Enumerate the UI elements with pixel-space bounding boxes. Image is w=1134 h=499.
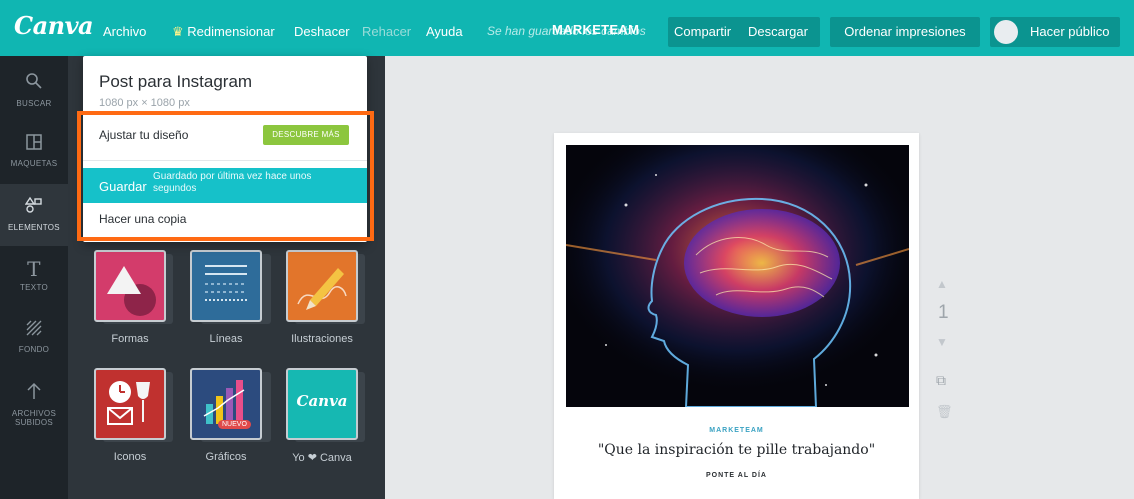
elements-icon [0, 196, 68, 220]
brain-image[interactable] [566, 145, 909, 407]
rail-item-fondo[interactable]: FONDO [0, 308, 68, 370]
canvas-brand[interactable]: MARKETEAM [554, 427, 919, 434]
canva-logo-small: Canva [296, 392, 348, 410]
download-button[interactable]: Descargar [736, 17, 820, 47]
icons-set-icon [107, 381, 150, 425]
menu-redimensionar[interactable]: ♛ Redimensionar [172, 24, 275, 40]
shapes-icon [107, 266, 156, 316]
menu-rehacer[interactable]: Rehacer [362, 24, 411, 39]
background-icon [0, 320, 68, 342]
menu-deshacer[interactable]: Deshacer [294, 24, 350, 39]
design-size: 1080 px × 1080 px [99, 97, 190, 109]
rail-label: ARCHIVOS [11, 409, 57, 418]
tile-label: Iconos [113, 451, 147, 463]
tile-label: Gráficos [205, 451, 247, 463]
brain-illustration [566, 145, 909, 407]
menu-archivo[interactable]: Archivo [103, 24, 146, 39]
menu-redimensionar-label: Redimensionar [187, 24, 275, 39]
text-icon: T [27, 257, 41, 281]
rail-item-buscar[interactable]: BUSCAR [0, 60, 68, 122]
crown-icon: ♛ [172, 24, 184, 39]
tile-label: Yo ❤ Canva [292, 452, 352, 464]
tile-iconos[interactable] [94, 368, 166, 440]
rail-item-archivos[interactable]: ARCHIVOS SUBIDOS [0, 370, 68, 442]
menu-ayuda[interactable]: Ayuda [426, 24, 463, 39]
tile-ilustraciones[interactable] [286, 250, 358, 322]
page-down-icon[interactable]: ▼ [936, 335, 948, 349]
canva-logo[interactable]: Canva [14, 11, 94, 40]
nuevo-badge: NUEVO [218, 420, 251, 429]
project-title[interactable]: MARKETEAM [552, 22, 639, 37]
tile-label: Ilustraciones [291, 333, 353, 345]
canvas-tagline[interactable]: PONTE AL DÍA [554, 472, 919, 479]
rail-label: FONDO [18, 345, 50, 354]
rail-label: TEXTO [19, 283, 49, 292]
rail-item-texto[interactable]: T TEXTO [0, 246, 68, 308]
avatar[interactable] [994, 20, 1018, 44]
page-up-icon[interactable]: ▲ [936, 277, 948, 291]
tile-yo-canva[interactable]: Canva [286, 368, 358, 440]
layouts-icon [0, 134, 68, 156]
design-title[interactable]: Post para Instagram [99, 72, 252, 92]
pencil-icon [297, 268, 347, 310]
share-button[interactable]: Compartir [668, 17, 741, 47]
search-icon [0, 72, 68, 96]
tile-label: Formas [111, 333, 149, 345]
top-bar: Canva Archivo ♛ Redimensionar Deshacer R… [0, 0, 1134, 56]
rail-label: BUSCAR [16, 99, 52, 108]
lines-icon [205, 265, 247, 301]
tile-graficos[interactable]: NUEVO [190, 368, 262, 440]
left-rail: BUSCAR MAQUETAS ELEMENTOS T TEXTO FONDO … [0, 56, 68, 499]
tile-label: Líneas [209, 333, 243, 345]
tile-lineas[interactable] [190, 250, 262, 322]
rail-label: MAQUETAS [10, 159, 58, 168]
tile-formas[interactable] [94, 250, 166, 322]
rail-item-maquetas[interactable]: MAQUETAS [0, 122, 68, 184]
rail-label-2: SUBIDOS [14, 418, 54, 427]
rail-item-elementos[interactable]: ELEMENTOS [0, 184, 68, 246]
upload-icon [0, 382, 68, 406]
order-prints-button[interactable]: Ordenar impresiones [830, 17, 980, 47]
canvas-quote[interactable]: "Que la inspiración te pille trabajando" [554, 442, 919, 458]
highlight-box [77, 111, 374, 241]
delete-page-icon[interactable]: 🗑 [936, 404, 953, 420]
page-number: 1 [938, 302, 949, 323]
rail-label: ELEMENTOS [8, 223, 60, 232]
copy-page-icon[interactable]: ⧉ [936, 372, 946, 389]
